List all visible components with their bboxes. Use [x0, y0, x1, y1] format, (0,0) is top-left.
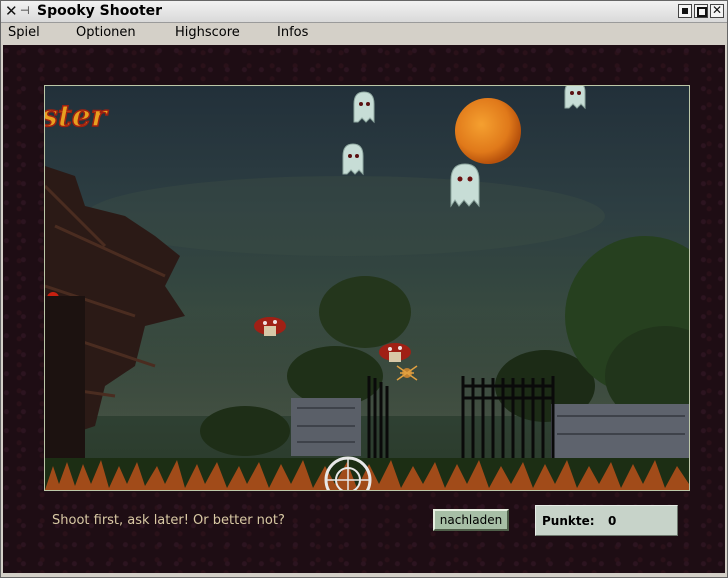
score-value: 0: [608, 514, 617, 528]
reload-button[interactable]: nachladen: [433, 509, 509, 531]
ghost-icon[interactable]: [450, 163, 480, 208]
game-frame: ster Shoot first, ask later! Or better n…: [3, 45, 725, 573]
menu-highscore[interactable]: Highscore: [175, 25, 240, 40]
window-title: Spooky Shooter: [37, 3, 163, 19]
app-window: ✕ ⊣ Spooky Shooter ✕ Spiel Optionen High…: [0, 0, 728, 578]
ghost-icon[interactable]: [564, 86, 586, 110]
minimize-button[interactable]: [678, 4, 692, 18]
title-bar[interactable]: ✕ ⊣ Spooky Shooter ✕: [1, 1, 727, 23]
maximize-button[interactable]: [694, 4, 708, 18]
spider-icon[interactable]: [396, 365, 418, 381]
ghost-icon[interactable]: [342, 143, 364, 176]
pin-icon[interactable]: ⊣: [20, 4, 30, 17]
bush: [200, 406, 290, 456]
close-button[interactable]: ✕: [710, 4, 724, 18]
score-label: Punkte:: [542, 514, 595, 528]
menu-infos[interactable]: Infos: [277, 25, 308, 40]
menu-optionen[interactable]: Optionen: [76, 25, 136, 40]
game-logo: ster: [45, 99, 109, 134]
menu-bar: Spiel Optionen Highscore Infos: [1, 23, 727, 44]
score-panel: Punkte: 0: [535, 505, 678, 536]
menu-spiel[interactable]: Spiel: [8, 25, 40, 40]
game-canvas[interactable]: ster: [44, 85, 690, 491]
bush: [319, 276, 411, 348]
ghost-icon[interactable]: [353, 91, 375, 124]
window-x-icon[interactable]: ✕: [5, 2, 18, 20]
stone-wall: [551, 404, 689, 458]
status-message: Shoot first, ask later! Or better not?: [52, 513, 285, 528]
moon: [455, 98, 521, 164]
